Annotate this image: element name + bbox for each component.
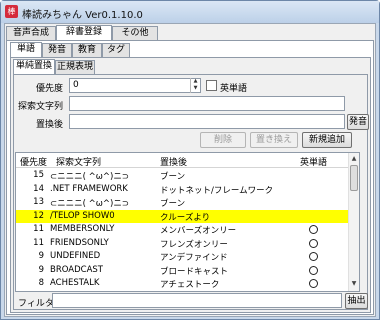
simple-replace-panel: 優先度 0 ▲ ▼ 英単語 探索文字列 置換後 発音 削除 置き換え 新規追加 … [13, 74, 369, 310]
overwrite-button[interactable]: 置き換え [250, 132, 298, 148]
spin-up-icon[interactable]: ▲ [191, 78, 200, 85]
english-mark-icon [309, 252, 318, 261]
column-header-replace[interactable]: 置換後 [160, 155, 187, 168]
column-header-search[interactable]: 探索文字列 [56, 155, 101, 168]
tab-tag[interactable]: タグ [102, 43, 130, 57]
row-search-text: .NET FRAMEWORK [50, 183, 128, 194]
row-search-text: MEMBERSONLY [50, 224, 115, 234]
row-priority: 13 [33, 197, 44, 207]
row-replacement: メンバーズオンリー [160, 226, 237, 236]
english-mark-icon [309, 279, 318, 288]
row-search-text: /TELOP SHOW0 [50, 210, 115, 221]
row-replacement: ブーン [160, 172, 186, 182]
spin-down-icon[interactable]: ▼ [191, 85, 200, 92]
table-row[interactable]: 15 ⊂ニニニ( ^ω^)ニ⊃ ブーン [16, 169, 348, 182]
row-priority: 9 [38, 264, 44, 275]
tab-pronunciation[interactable]: 発音 [42, 43, 72, 57]
tab-simple-replace[interactable]: 単純置換 [13, 59, 55, 74]
app-window: 棒 棒読みちゃん Ver0.1.10.0 音声合成 辞書登録 その他 単語 発音… [0, 0, 380, 320]
window-title: 棒読みちゃん Ver0.1.10.0 [22, 10, 143, 21]
priority-label: 優先度 [35, 84, 63, 94]
row-priority: 15 [33, 170, 44, 180]
list-header: 優先度 探索文字列 置換後 英単語 [16, 153, 348, 168]
english-mark-icon [309, 265, 318, 275]
tab-regex[interactable]: 正規表現 [55, 60, 95, 74]
row-search-text: ⊂ニニニ( ^ω^)ニ⊃ [50, 172, 129, 182]
row-priority: 14 [33, 183, 44, 194]
row-replacement: ブロードキャスト [160, 266, 229, 277]
tab-other[interactable]: その他 [112, 26, 158, 40]
filter-input[interactable] [52, 293, 342, 308]
filter-label: フィルタ [18, 299, 54, 309]
scroll-up-icon[interactable]: ▲ [349, 154, 359, 164]
row-search-text: ⊂ニニニ( ^ω^)ニ⊃ [50, 199, 129, 209]
tab-education[interactable]: 教育 [72, 43, 102, 57]
search-input[interactable] [69, 96, 345, 111]
row-priority: 9 [38, 251, 44, 261]
tab-dictionary[interactable]: 辞書登録 [56, 25, 112, 40]
scroll-down-icon[interactable]: ▼ [349, 279, 359, 289]
title-bar[interactable]: 棒 棒読みちゃん Ver0.1.10.0 [1, 1, 379, 23]
column-header-english[interactable]: 英単語 [300, 155, 327, 168]
tab-word[interactable]: 単語 [10, 42, 42, 57]
english-label: 英単語 [220, 84, 248, 94]
row-priority: 12 [33, 210, 44, 221]
replace-input[interactable] [69, 114, 345, 129]
row-replacement: ドットネット/フレームワーク [160, 185, 274, 196]
search-label: 探索文字列 [18, 102, 64, 112]
row-replacement: クルーズより [160, 212, 211, 223]
english-checkbox[interactable] [206, 80, 217, 91]
add-button[interactable]: 新規追加 [302, 132, 352, 148]
row-search-text: UNDEFINED [50, 251, 101, 261]
table-row[interactable]: 13 ⊂ニニニ( ^ω^)ニ⊃ ブーン [16, 196, 348, 209]
row-search-text: BROADCAST [50, 264, 103, 275]
column-header-priority[interactable]: 優先度 [20, 155, 47, 168]
delete-button[interactable]: 削除 [200, 132, 246, 148]
row-replacement: アチェストーク [160, 280, 220, 290]
dictionary-list[interactable]: 優先度 探索文字列 置換後 英単語 15 ⊂ニニニ( ^ω^)ニ⊃ ブーン 14 .NE… [15, 152, 360, 292]
tab-speech-synthesis[interactable]: 音声合成 [6, 26, 56, 40]
table-row[interactable]: 9 UNDEFINED アンデファインド [16, 250, 348, 263]
table-row[interactable]: 11 MEMBERSONLY メンバーズオンリー [16, 223, 348, 236]
app-icon: 棒 [5, 5, 18, 18]
table-row[interactable]: 9 BROADCAST ブロードキャスト [16, 264, 348, 277]
table-row[interactable]: 8 ACHESTALK アチェストーク [16, 277, 348, 290]
pronounce-button[interactable]: 発音 [347, 114, 369, 130]
table-row[interactable]: 11 FRIENDSONLY フレンズオンリー [16, 237, 348, 250]
priority-spinner[interactable]: ▲ ▼ [190, 78, 200, 93]
replace-label: 置換後 [35, 120, 63, 130]
row-priority: 11 [33, 224, 44, 234]
row-search-text: FRIENDSONLY [50, 237, 109, 248]
row-search-text: ACHESTALK [50, 278, 100, 288]
english-mark-icon [309, 238, 318, 248]
dictionary-panel: 単語 発音 教育 タグ 単純置換 正規表現 優先度 0 ▲ ▼ 英単語 探索文字… [6, 40, 374, 315]
table-row[interactable]: 14 .NET FRAMEWORK ドットネット/フレームワーク [16, 183, 348, 196]
row-replacement: ブーン [160, 199, 186, 209]
scroll-thumb[interactable] [350, 165, 358, 191]
english-mark-icon [309, 225, 318, 234]
row-replacement: フレンズオンリー [160, 239, 228, 250]
extract-button[interactable]: 抽出 [345, 293, 368, 309]
table-row[interactable]: 12/TELOP SHOW0 クルーズより [16, 209, 348, 223]
client-area: 音声合成 辞書登録 その他 単語 発音 教育 タグ 単純置換 正規表現 優先度 … [4, 23, 376, 317]
priority-input[interactable]: 0 [69, 78, 201, 93]
row-priority: 8 [38, 278, 44, 288]
row-priority: 11 [33, 237, 44, 248]
word-panel: 単純置換 正規表現 優先度 0 ▲ ▼ 英単語 探索文字列 置換後 発音 削除 … [10, 57, 371, 313]
row-replacement: アンデファインド [160, 253, 228, 263]
vertical-scrollbar[interactable]: ▲ ▼ [348, 153, 359, 291]
